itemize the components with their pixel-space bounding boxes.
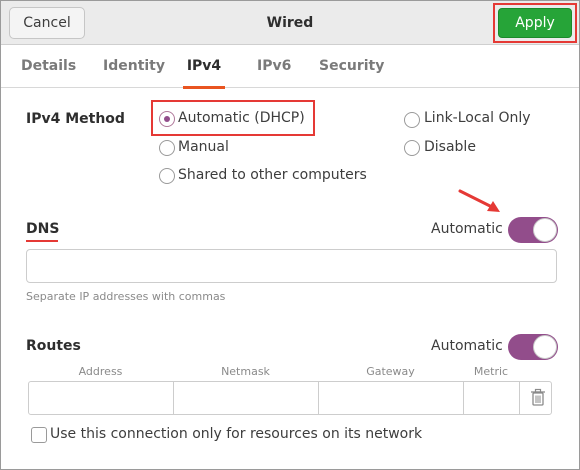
network-settings-dialog: Cancel Wired Apply Details Identity IPv4…	[0, 0, 580, 470]
tab-security[interactable]: Security	[319, 46, 384, 88]
radio-link-local-label[interactable]: Link-Local Only	[424, 110, 531, 126]
radio-automatic-dhcp-label[interactable]: Automatic (DHCP)	[178, 110, 305, 126]
active-tab-indicator	[183, 86, 225, 89]
radio-automatic-dhcp[interactable]	[159, 111, 175, 127]
route-gateway-input[interactable]	[319, 382, 464, 414]
radio-disable[interactable]	[404, 140, 420, 156]
radio-manual[interactable]	[159, 140, 175, 156]
apply-highlight: Apply	[493, 3, 577, 43]
dns-hint: Separate IP addresses with commas	[26, 290, 226, 303]
column-gateway: Gateway	[366, 365, 415, 378]
route-metric-input[interactable]	[464, 382, 520, 414]
toggle-knob	[533, 335, 557, 359]
tab-ipv4-label: IPv4	[186, 58, 222, 74]
route-row	[28, 381, 552, 415]
tab-details[interactable]: Details	[21, 46, 76, 88]
tab-identity[interactable]: Identity	[103, 46, 165, 88]
column-address: Address	[78, 365, 123, 378]
arrow-annotation-icon	[458, 189, 500, 212]
dns-label: DNS	[26, 221, 60, 237]
routes-automatic-label: Automatic	[431, 338, 503, 354]
column-metric: Metric	[473, 365, 509, 378]
radio-shared-label[interactable]: Shared to other computers	[178, 167, 367, 183]
radio-manual-label[interactable]: Manual	[178, 139, 229, 155]
dns-input[interactable]	[26, 249, 557, 283]
ipv4-method-label: IPv4 Method	[26, 111, 125, 127]
tab-ipv6[interactable]: IPv6	[257, 46, 291, 88]
radio-link-local[interactable]	[404, 112, 420, 128]
tab-bar: Details Identity IPv4 IPv6 Security	[1, 46, 579, 89]
cancel-button[interactable]: Cancel	[9, 7, 85, 39]
radio-disable-label[interactable]: Disable	[424, 139, 476, 155]
routes-label: Routes	[26, 338, 81, 354]
radio-shared[interactable]	[159, 168, 175, 184]
tab-ipv4[interactable]: IPv4	[183, 46, 225, 89]
route-address-input[interactable]	[29, 382, 174, 414]
apply-button[interactable]: Apply	[498, 8, 572, 38]
dns-underline-annotation	[26, 240, 58, 242]
column-netmask: Netmask	[221, 365, 270, 378]
dns-automatic-toggle[interactable]	[508, 217, 558, 243]
header-bar: Cancel Wired Apply	[1, 1, 579, 45]
route-netmask-input[interactable]	[174, 382, 319, 414]
dns-automatic-label: Automatic	[431, 221, 503, 237]
only-local-checkbox[interactable]	[31, 427, 47, 443]
toggle-knob	[533, 218, 557, 242]
routes-automatic-toggle[interactable]	[508, 334, 558, 360]
only-local-label[interactable]: Use this connection only for resources o…	[50, 426, 422, 442]
trash-icon[interactable]	[522, 381, 554, 415]
